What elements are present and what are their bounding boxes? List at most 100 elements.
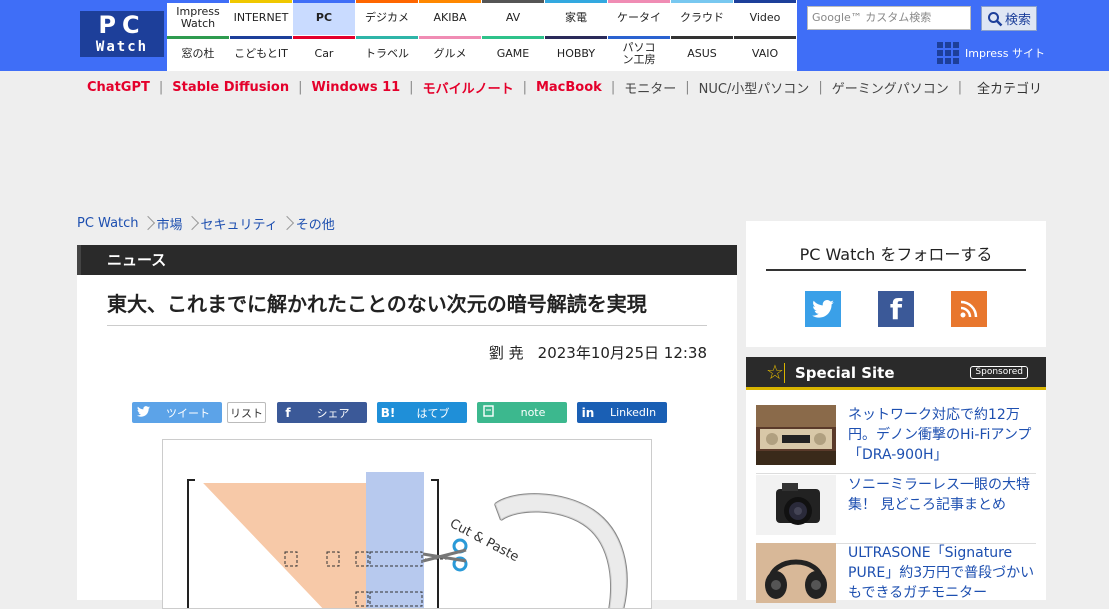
nav-internet[interactable]: INTERNET bbox=[230, 0, 292, 35]
nav-car[interactable]: Car bbox=[293, 36, 355, 71]
list-label: リスト bbox=[230, 406, 263, 420]
publish-date: 2023年10月25日 12:38 bbox=[537, 344, 707, 362]
breadcrumb-item[interactable]: その他 bbox=[296, 214, 335, 233]
topic-link[interactable]: Stable Diffusion bbox=[172, 80, 289, 95]
search-input[interactable]: Google™ カスタム検索 bbox=[807, 6, 971, 30]
star-icon: ☆ bbox=[766, 360, 784, 384]
nav-impress-watch[interactable]: Impress Watch bbox=[167, 0, 229, 35]
nav-madonomori[interactable]: 窓の杜 bbox=[167, 36, 229, 71]
twitter-follow-button[interactable] bbox=[805, 291, 841, 327]
nav-label: トラベル bbox=[365, 46, 409, 60]
topic-separator: | bbox=[409, 79, 414, 95]
nav-av[interactable]: AV bbox=[482, 0, 544, 35]
topic-link[interactable]: モニター bbox=[624, 78, 676, 97]
topic-link[interactable]: モバイルノート bbox=[423, 78, 514, 97]
nav-label: ASUS bbox=[687, 46, 717, 60]
pc-watch-logo[interactable]: PC Watch bbox=[80, 11, 164, 57]
search-button[interactable]: 検索 bbox=[981, 6, 1037, 31]
nav-label: INTERNET bbox=[233, 10, 289, 24]
nav-label: こどもとIT bbox=[234, 46, 288, 60]
rss-icon bbox=[960, 300, 978, 318]
amplifier-thumbnail bbox=[756, 405, 836, 465]
rss-follow-button[interactable] bbox=[951, 291, 987, 327]
nav-label: AKIBA bbox=[433, 10, 467, 24]
nav-game[interactable]: GAME bbox=[482, 36, 544, 71]
special-site-item-text: ULTRASONE「Signature PURE」約3万円で普段づかいもできるガ… bbox=[848, 545, 1035, 601]
grid-icon bbox=[937, 42, 959, 64]
note-icon bbox=[477, 405, 499, 420]
nav-kaden[interactable]: 家電 bbox=[545, 0, 607, 35]
twitter-icon bbox=[812, 300, 834, 318]
nav-label: グルメ bbox=[433, 46, 467, 60]
nav-cloud[interactable]: クラウド bbox=[671, 0, 733, 35]
follow-divider bbox=[766, 269, 1026, 271]
byline: 劉 尭 2023年10月25日 12:38 bbox=[489, 342, 707, 363]
article-figure[interactable]: Cut & Paste bbox=[162, 439, 652, 609]
breadcrumb-item[interactable]: セキュリティ bbox=[201, 214, 278, 233]
nav-keitai[interactable]: ケータイ bbox=[608, 0, 670, 35]
facebook-follow-button[interactable]: f bbox=[878, 291, 914, 327]
section-header: ニュース bbox=[77, 245, 737, 275]
topic-links: ChatGPT | Stable Diffusion | Windows 11 | モ… bbox=[87, 78, 971, 97]
logo-line2: Watch bbox=[95, 39, 149, 55]
special-site-item[interactable]: ネットワーク対応で約12万円。デノン衝撃のHi-Fiアンプ「DRA-900H」 bbox=[756, 405, 1036, 474]
nav-label: GAME bbox=[496, 46, 530, 60]
nav-dejikame[interactable]: デジカメ bbox=[356, 0, 418, 35]
special-site-header: ☆ Special Site Sponsored bbox=[746, 357, 1046, 390]
nav-gourmet[interactable]: グルメ bbox=[419, 36, 481, 71]
article-headline: 東大、これまでに解かれたことのない次元の暗号解読を実現 bbox=[107, 292, 647, 316]
breadcrumb-item[interactable]: 市場 bbox=[157, 214, 183, 233]
chevron-right-icon bbox=[282, 215, 292, 233]
nav-label: 窓の杜 bbox=[181, 46, 215, 60]
facebook-share-button[interactable]: f シェア bbox=[277, 402, 367, 423]
topic-separator: | bbox=[685, 79, 690, 95]
topic-link[interactable]: NUC/小型パソコン bbox=[699, 78, 810, 97]
special-site-title: Special Site bbox=[795, 364, 895, 382]
headphones-thumbnail bbox=[756, 543, 836, 603]
nav-travel[interactable]: トラベル bbox=[356, 36, 418, 71]
topic-separator: | bbox=[298, 79, 303, 95]
list-button[interactable]: リスト bbox=[227, 402, 266, 423]
topic-link[interactable]: MacBook bbox=[536, 80, 602, 95]
tweet-button[interactable]: ツイート bbox=[132, 402, 222, 423]
nav-label: Video bbox=[749, 10, 781, 24]
topic-link[interactable]: Windows 11 bbox=[312, 80, 401, 95]
special-site-item[interactable]: ソニーミラーレス一眼の大特集！ 見どころ記事まとめ bbox=[756, 475, 1036, 544]
item-divider bbox=[756, 473, 1036, 474]
special-site-item[interactable]: ULTRASONE「Signature PURE」約3万円で普段づかいもできるガ… bbox=[756, 543, 1036, 609]
topic-separator: | bbox=[522, 79, 527, 95]
nav-asus[interactable]: ASUS bbox=[671, 36, 733, 71]
facebook-icon: f bbox=[285, 405, 291, 420]
nav-akiba[interactable]: AKIBA bbox=[419, 0, 481, 35]
follow-title: PC Watch をフォローする bbox=[799, 245, 993, 264]
nav-label: ケータイ bbox=[617, 10, 661, 24]
nav-label: クラウド bbox=[680, 10, 724, 24]
nav-vaio[interactable]: VAIO bbox=[734, 36, 796, 71]
twitter-icon bbox=[132, 405, 154, 420]
topic-link[interactable]: ゲーミングパソコン bbox=[832, 78, 949, 97]
impress-site-link[interactable]: Impress サイト bbox=[937, 42, 1045, 64]
topic-link[interactable]: ChatGPT bbox=[87, 80, 150, 95]
note-label: note bbox=[520, 406, 546, 419]
linkedin-button[interactable]: in LinkedIn bbox=[577, 402, 667, 423]
nav-pc[interactable]: PC bbox=[293, 0, 355, 35]
note-button[interactable]: note bbox=[477, 402, 567, 423]
facebook-share-label: シェア bbox=[316, 406, 350, 420]
section-label: ニュース bbox=[107, 251, 167, 269]
search-icon bbox=[987, 11, 1003, 26]
camera-thumbnail bbox=[756, 475, 836, 535]
header-divider bbox=[784, 363, 785, 383]
nav-label: HOBBY bbox=[556, 46, 596, 60]
breadcrumb-item[interactable]: PC Watch bbox=[77, 216, 139, 231]
nav-video[interactable]: Video bbox=[734, 0, 796, 35]
nav-hobby[interactable]: HOBBY bbox=[545, 36, 607, 71]
nav-kodomo-to-it[interactable]: こどもとIT bbox=[230, 36, 292, 71]
logo-line1: PC bbox=[98, 11, 146, 39]
hatena-b-icon: B! bbox=[380, 405, 396, 420]
nav-pasokon-koubou[interactable]: パソコン工房 bbox=[608, 36, 670, 71]
sponsored-badge: Sponsored bbox=[970, 366, 1028, 379]
nav-label: VAIO bbox=[751, 46, 779, 60]
hatena-bookmark-button[interactable]: B! はてブ bbox=[377, 402, 467, 423]
all-categories-link[interactable]: 全カテゴリ bbox=[977, 78, 1042, 97]
linkedin-icon: in bbox=[581, 405, 595, 420]
